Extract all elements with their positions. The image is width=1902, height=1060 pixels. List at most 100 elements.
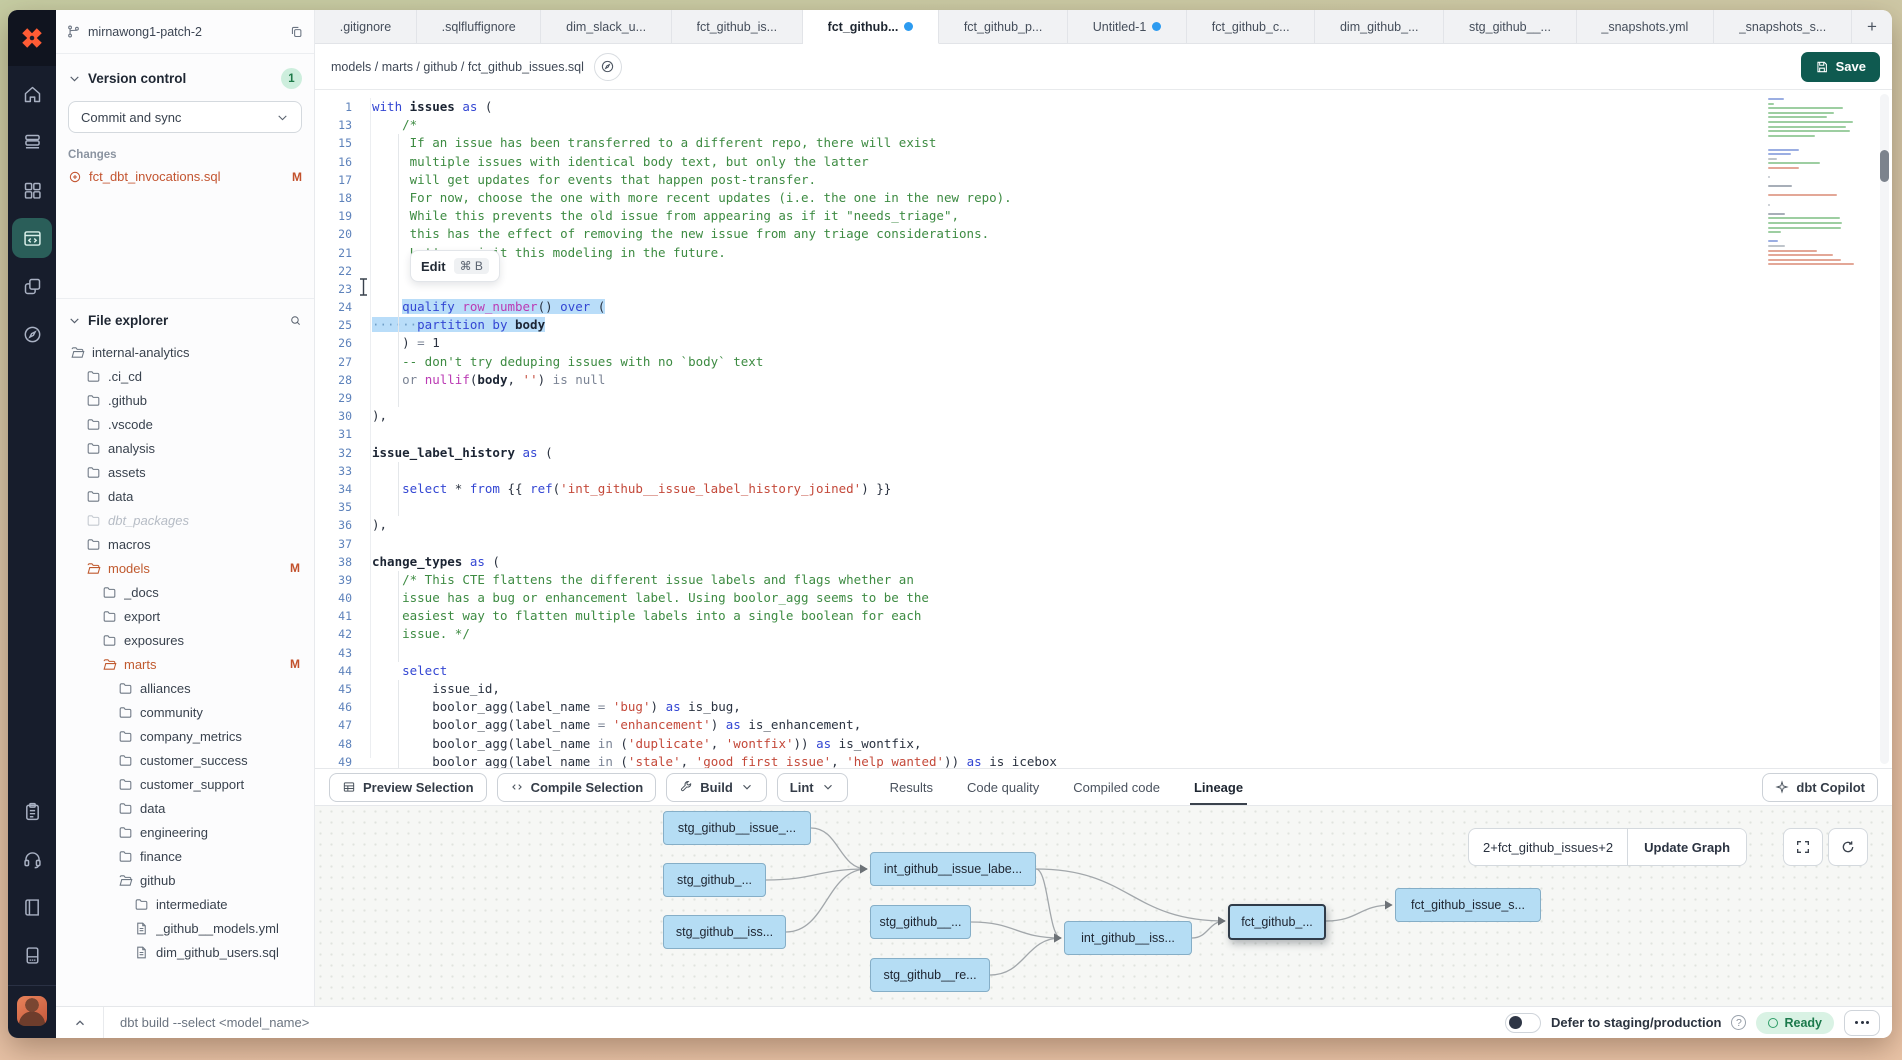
code-line-25[interactable]: 25······partition by body — [315, 316, 1892, 334]
dbt-copilot-button[interactable]: dbt Copilot — [1762, 773, 1878, 802]
code-line-1[interactable]: 1with issues as ( — [315, 98, 1892, 116]
code-line-30[interactable]: 30), — [315, 407, 1892, 425]
file-explorer-header[interactable]: File explorer — [56, 299, 314, 336]
panel-tab-lineage[interactable]: Lineage — [1194, 769, 1243, 805]
editor-tab-8[interactable]: fct_github_c... — [1187, 10, 1315, 43]
branch-row[interactable]: mirnawong1-patch-2 — [56, 10, 314, 54]
refresh-graph-button[interactable] — [1828, 828, 1868, 866]
code-line-29[interactable]: 29 — [315, 389, 1892, 407]
scrollbar-thumb[interactable] — [1880, 150, 1889, 182]
code-line-19[interactable]: 19 While this prevents the old issue fro… — [315, 207, 1892, 225]
defer-toggle[interactable] — [1505, 1013, 1541, 1033]
editor-tab-9[interactable]: dim_github_... — [1315, 10, 1444, 43]
lineage-node-int_github__iss[interactable]: int_github__iss... — [1064, 921, 1192, 955]
code-line-23[interactable]: 23 — [315, 280, 1892, 298]
lineage-node-stg_github_[interactable]: stg_github_... — [663, 863, 766, 897]
code-line-35[interactable]: 35 — [315, 498, 1892, 516]
orchestration-icon[interactable] — [12, 266, 52, 306]
editor-tab-10[interactable]: stg_github__... — [1444, 10, 1576, 43]
code-line-16[interactable]: 16 multiple issues with identical body t… — [315, 153, 1892, 171]
tree-folder-export[interactable]: export — [56, 604, 314, 628]
code-line-39[interactable]: 39 /* This CTE flattens the different is… — [315, 571, 1892, 589]
catalog-compass-icon[interactable] — [12, 314, 52, 354]
code-line-44[interactable]: 44 select — [315, 662, 1892, 680]
lint-button[interactable]: Lint — [777, 773, 848, 802]
copy-icon[interactable] — [289, 24, 304, 39]
lineage-selector-input[interactable]: 2+fct_github_issues+2 — [1469, 829, 1628, 865]
editor-tab-2[interactable]: .sqlfluffignore — [417, 10, 542, 43]
explore-lineage-button[interactable] — [594, 53, 622, 81]
projects-icon[interactable] — [12, 122, 52, 162]
commit-and-sync-button[interactable]: Commit and sync — [68, 101, 302, 133]
editor-tab-5[interactable]: fct_github... — [803, 10, 939, 44]
tree-folder-company_metrics[interactable]: company_metrics — [56, 724, 314, 748]
edit-tooltip[interactable]: Edit ⌘ B — [410, 250, 500, 282]
code-line-41[interactable]: 41 easiest way to flatten multiple label… — [315, 607, 1892, 625]
build-button[interactable]: Build — [666, 773, 767, 802]
docs-book-icon[interactable] — [12, 887, 52, 927]
lineage-node-stg_github__[interactable]: stg_github__... — [870, 905, 971, 939]
editor-tab-4[interactable]: fct_github_is... — [672, 10, 803, 43]
code-line-36[interactable]: 36), — [315, 516, 1892, 534]
code-line-26[interactable]: 26 ) = 1 — [315, 334, 1892, 352]
tree-folder-dbt_packages[interactable]: dbt_packages — [56, 508, 314, 532]
editor-tab-3[interactable]: dim_slack_u... — [541, 10, 671, 43]
home-icon[interactable] — [12, 74, 52, 114]
code-line-31[interactable]: 31 — [315, 425, 1892, 443]
search-icon[interactable] — [289, 314, 302, 327]
tree-folder-alliances[interactable]: alliances — [56, 676, 314, 700]
code-line-38[interactable]: 38change_types as ( — [315, 553, 1892, 571]
tree-folder-.vscode[interactable]: .vscode — [56, 412, 314, 436]
help-icon[interactable]: ? — [1731, 1015, 1746, 1030]
code-line-28[interactable]: 28 or nullif(body, '') is null — [315, 371, 1892, 389]
fullscreen-button[interactable] — [1783, 828, 1823, 866]
update-graph-button[interactable]: Update Graph — [1628, 829, 1746, 865]
tree-folder-community[interactable]: community — [56, 700, 314, 724]
tree-folder-models[interactable]: modelsM — [56, 556, 314, 580]
code-line-32[interactable]: 32issue_label_history as ( — [315, 444, 1892, 462]
editor-tab-12[interactable]: _snapshots_s... — [1714, 10, 1852, 43]
code-line-43[interactable]: 43 — [315, 644, 1892, 662]
tree-folder-internal-analytics[interactable]: internal-analytics — [56, 340, 314, 364]
code-line-27[interactable]: 27 -- don't try deduping issues with no … — [315, 353, 1892, 371]
panel-tab-results[interactable]: Results — [890, 769, 933, 805]
editor-tab-7[interactable]: Untitled-1 — [1068, 10, 1187, 43]
tree-folder-exposures[interactable]: exposures — [56, 628, 314, 652]
code-line-22[interactable]: 22 — [315, 262, 1892, 280]
support-headset-icon[interactable] — [12, 839, 52, 879]
code-line-40[interactable]: 40 issue has a bug or enhancement label.… — [315, 589, 1892, 607]
editor-tab-6[interactable]: fct_github_p... — [939, 10, 1068, 43]
tasks-clipboard-icon[interactable] — [12, 791, 52, 831]
lineage-node-stg_github__issue_[interactable]: stg_github__issue_... — [663, 811, 811, 845]
code-line-20[interactable]: 20 this has the effect of removing the n… — [315, 225, 1892, 243]
code-line-45[interactable]: 45 issue_id, — [315, 680, 1892, 698]
code-line-49[interactable]: 49 boolor_agg(label_name in ('stale', 'g… — [315, 753, 1892, 768]
lineage-node-fct_github_issue_s[interactable]: fct_github_issue_s... — [1395, 888, 1541, 922]
tree-folder-_docs[interactable]: _docs — [56, 580, 314, 604]
studio-editor-icon[interactable] — [12, 218, 52, 258]
tree-folder-marts[interactable]: martsM — [56, 652, 314, 676]
version-control-header[interactable]: Version control 1 — [56, 54, 314, 97]
tree-folder-finance[interactable]: finance — [56, 844, 314, 868]
editor-tab-11[interactable]: _snapshots.yml — [1577, 10, 1714, 43]
tree-folder-customer_success[interactable]: customer_success — [56, 748, 314, 772]
code-editor[interactable]: 1with issues as (13 /*15 If an issue has… — [315, 90, 1892, 768]
dbt-command-input[interactable]: dbt build --select <model_name> — [104, 1015, 1505, 1030]
save-button[interactable]: Save — [1801, 52, 1880, 82]
tree-folder-data[interactable]: data — [56, 796, 314, 820]
code-line-42[interactable]: 42 issue. */ — [315, 625, 1892, 643]
dashboard-icon[interactable] — [12, 170, 52, 210]
tree-folder-engineering[interactable]: engineering — [56, 820, 314, 844]
tree-folder-.ci_cd[interactable]: .ci_cd — [56, 364, 314, 388]
code-line-34[interactable]: 34 select * from {{ ref('int_github__iss… — [315, 480, 1892, 498]
collapse-panel-button[interactable] — [56, 1007, 104, 1038]
lineage-node-fct_github_[interactable]: fct_github_... — [1228, 904, 1326, 940]
tree-file-dim_github_users.sql[interactable]: dim_github_users.sql — [56, 940, 314, 964]
new-tab-button[interactable]: + — [1852, 10, 1892, 43]
panel-tab-code-quality[interactable]: Code quality — [967, 769, 1039, 805]
code-line-47[interactable]: 47 boolor_agg(label_name = 'enhancement'… — [315, 716, 1892, 734]
lineage-node-stg_github__re[interactable]: stg_github__re... — [870, 958, 990, 992]
panel-tab-compiled-code[interactable]: Compiled code — [1073, 769, 1160, 805]
tree-folder-intermediate[interactable]: intermediate — [56, 892, 314, 916]
editor-tab-1[interactable]: .gitignore — [315, 10, 417, 43]
